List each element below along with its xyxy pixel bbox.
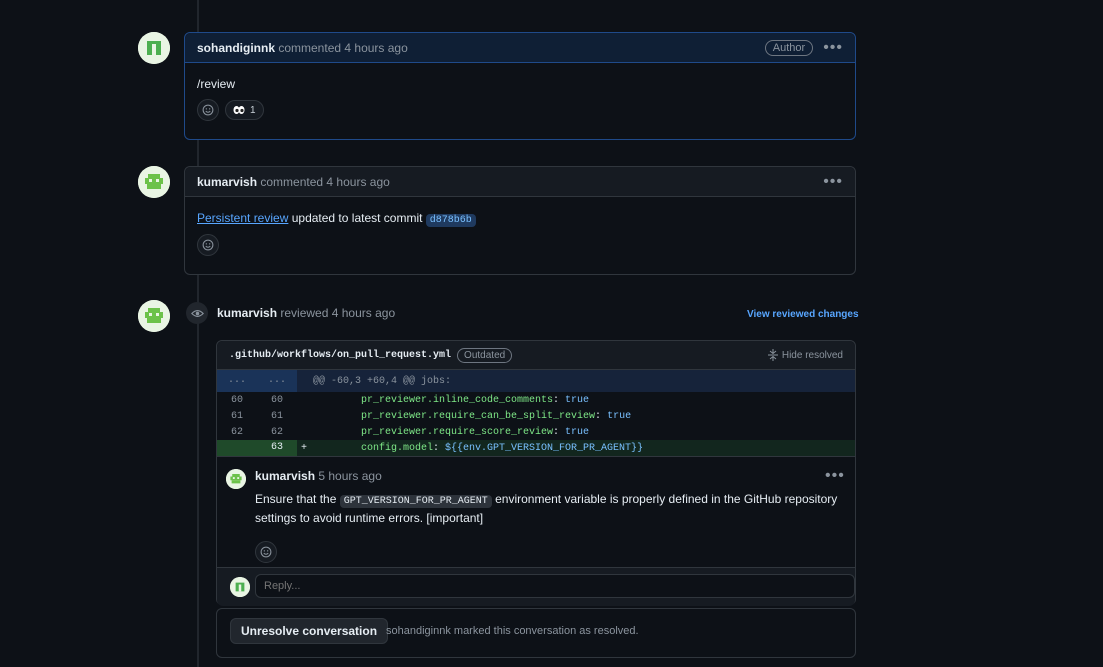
- comment-body: Persistent review updated to latest comm…: [185, 197, 855, 234]
- add-reaction-button[interactable]: [197, 99, 219, 121]
- expand-up-button[interactable]: ...: [217, 370, 257, 392]
- inline-code: GPT_VERSION_FOR_PR_AGENT: [339, 495, 492, 508]
- fold-icon: [767, 349, 778, 361]
- review-time[interactable]: 4 hours ago: [332, 306, 395, 320]
- review-thread: .github/workflows/on_pull_request.yml Ou…: [216, 340, 856, 606]
- comment-time[interactable]: 4 hours ago: [326, 175, 389, 189]
- yaml-separator: :: [433, 442, 446, 454]
- diff-line: 61 61 pr_reviewer.require_can_be_split_rev…: [217, 408, 855, 424]
- diff-code: config.model: ${{env.GPT_VERSION_FOR_PR_…: [311, 443, 643, 454]
- diff-view: ... ... @@ -60,3 +60,4 @@ jobs: 60 60 pr_r…: [217, 370, 855, 456]
- review-action: reviewed: [280, 306, 329, 320]
- avatar-kumarvish[interactable]: [138, 166, 170, 198]
- kebab-menu-icon[interactable]: •••: [825, 468, 845, 484]
- add-reaction-button[interactable]: [255, 541, 277, 563]
- new-line-number[interactable]: 63: [257, 440, 297, 456]
- persistent-review-link[interactable]: Persistent review: [197, 211, 288, 225]
- expand-down-button[interactable]: ...: [257, 370, 297, 392]
- yaml-value: true: [607, 410, 632, 422]
- unresolve-conversation-button[interactable]: Unresolve conversation: [230, 618, 389, 644]
- inline-comment-header: kumarvish 5 hours ago: [255, 469, 382, 483]
- comment-time[interactable]: 4 hours ago: [344, 41, 407, 55]
- inline-comment-text: Ensure that the: [255, 492, 337, 506]
- yaml-value: true: [565, 426, 590, 438]
- smiley-icon: [260, 546, 272, 558]
- resolved-status: sohandiginnk marked this conversation as…: [386, 625, 639, 637]
- kebab-menu-icon[interactable]: •••: [823, 173, 843, 189]
- diff-hunk-header: ... ... @@ -60,3 +60,4 @@ jobs:: [217, 370, 855, 392]
- diff-line-added: 63 + config.model: ${{env.GPT_VERSION_FOR_…: [217, 440, 855, 456]
- reaction-eyes[interactable]: 1: [225, 100, 264, 120]
- file-header: .github/workflows/on_pull_request.yml Ou…: [217, 341, 855, 370]
- comment-body: /review: [197, 77, 236, 91]
- smiley-icon: [202, 104, 214, 116]
- comment-author[interactable]: kumarvish: [197, 175, 257, 189]
- view-reviewed-changes-link[interactable]: View reviewed changes: [747, 309, 859, 320]
- yaml-key: pr_reviewer.require_score_review: [361, 426, 554, 438]
- hide-resolved-label: Hide resolved: [781, 349, 843, 361]
- diff-code: pr_reviewer.inline_code_comments: true: [311, 395, 589, 406]
- new-line-number[interactable]: 62: [257, 427, 297, 438]
- add-reaction-button[interactable]: [197, 234, 219, 256]
- inline-comment-body: Ensure that the GPT_VERSION_FOR_PR_AGENT…: [255, 491, 845, 527]
- avatar-kumarvish[interactable]: [226, 469, 246, 489]
- reply-input[interactable]: [255, 574, 855, 598]
- old-line-number[interactable]: 61: [217, 411, 257, 422]
- comment-action: commented: [278, 40, 342, 55]
- comment-box-author: sohandiginnk commented 4 hours ago Autho…: [184, 32, 856, 140]
- old-line-number[interactable]: 60: [217, 395, 257, 406]
- eyes-icon: [233, 106, 245, 114]
- resolve-bar: Unresolve conversation sohandiginnk mark…: [216, 608, 856, 658]
- commit-sha-link[interactable]: d878b6b: [425, 214, 476, 227]
- diff-code: pr_reviewer.require_score_review: true: [311, 427, 589, 438]
- yaml-key: pr_reviewer.inline_code_comments: [361, 394, 554, 406]
- yaml-value: ${{env.GPT_VERSION_FOR_PR_AGENT}}: [445, 442, 644, 454]
- inline-comment-time[interactable]: 5 hours ago: [318, 469, 381, 483]
- diff-line: 62 62 pr_reviewer.require_score_review: tr…: [217, 424, 855, 440]
- inline-comment: kumarvish 5 hours ago ••• Ensure that th…: [217, 456, 855, 567]
- yaml-separator: :: [595, 410, 608, 422]
- new-line-number[interactable]: 61: [257, 411, 297, 422]
- new-line-number[interactable]: 60: [257, 395, 297, 406]
- comment-header: sohandiginnk commented 4 hours ago Autho…: [185, 33, 855, 63]
- review-author[interactable]: kumarvish: [217, 306, 277, 320]
- old-line-number[interactable]: [217, 440, 257, 456]
- comment-body-text: updated to latest commit: [291, 211, 423, 225]
- old-line-number[interactable]: 62: [217, 427, 257, 438]
- hide-resolved-button[interactable]: Hide resolved: [767, 349, 843, 361]
- resolved-status-text: marked this conversation as resolved.: [453, 625, 639, 637]
- hunk-header-text: @@ -60,3 +60,4 @@ jobs:: [313, 375, 452, 387]
- outdated-badge: Outdated: [457, 347, 513, 363]
- avatar-sohandiginnk[interactable]: [230, 577, 250, 597]
- eye-icon: [190, 309, 204, 317]
- comment-action: commented: [260, 174, 324, 189]
- diff-code: pr_reviewer.require_can_be_split_review:…: [311, 411, 631, 422]
- review-event: kumarvish reviewed 4 hours ago: [217, 306, 395, 320]
- diff-line: 60 60 pr_reviewer.inline_code_comments: tr…: [217, 392, 855, 408]
- diff-sign: +: [300, 442, 307, 454]
- inline-comment-author[interactable]: kumarvish: [255, 469, 315, 483]
- yaml-separator: :: [553, 394, 566, 406]
- comment-author[interactable]: sohandiginnk: [197, 41, 275, 55]
- yaml-key: pr_reviewer.require_can_be_split_review: [361, 410, 596, 422]
- smiley-icon: [202, 239, 214, 251]
- yaml-value: true: [565, 394, 590, 406]
- yaml-key: config.model: [361, 442, 434, 454]
- review-eye-badge: [186, 302, 208, 324]
- resolved-by-user[interactable]: sohandiginnk: [386, 625, 451, 637]
- reply-row: [217, 567, 855, 606]
- file-path-link[interactable]: .github/workflows/on_pull_request.yml: [229, 350, 451, 361]
- kebab-menu-icon[interactable]: •••: [823, 39, 843, 55]
- reaction-count: 1: [250, 104, 256, 116]
- avatar-kumarvish[interactable]: [138, 300, 170, 332]
- author-badge: Author: [764, 39, 814, 56]
- comment-header: kumarvish commented 4 hours ago •••: [185, 167, 855, 197]
- avatar-sohandiginnk[interactable]: [138, 32, 170, 64]
- comment-box: kumarvish commented 4 hours ago ••• Pers…: [184, 166, 856, 275]
- yaml-separator: :: [553, 426, 566, 438]
